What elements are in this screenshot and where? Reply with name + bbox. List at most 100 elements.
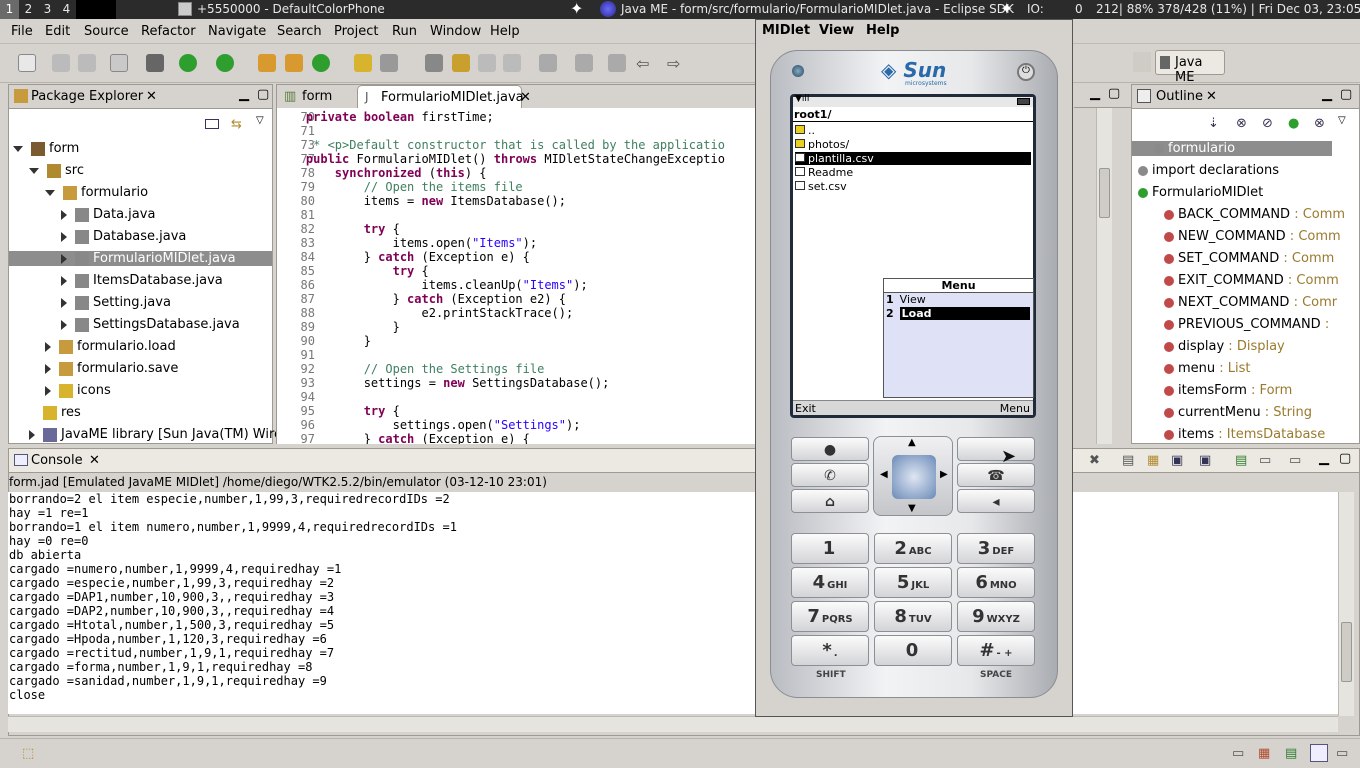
minimize-icon[interactable]: ▁ xyxy=(1319,451,1329,466)
tree-item[interactable]: icons xyxy=(45,383,111,398)
view-menu-icon[interactable]: ▽ xyxy=(256,115,264,126)
maximize-icon[interactable]: ▢ xyxy=(1108,86,1120,101)
tree-item[interactable]: Database.java xyxy=(61,229,186,244)
outline-item[interactable]: SET_COMMAND : Comm xyxy=(1164,251,1334,266)
emu-menu-midlet[interactable]: MIDlet xyxy=(762,23,810,38)
previous-annotation-icon[interactable] xyxy=(575,54,593,72)
softkey-menu[interactable]: Menu xyxy=(1000,402,1030,415)
expand-down-icon[interactable] xyxy=(13,145,23,152)
outline-item[interactable]: PREVIOUS_COMMAND : xyxy=(1164,317,1329,332)
tree-item[interactable]: formulario xyxy=(45,185,148,200)
console-hscroll[interactable] xyxy=(8,716,1338,732)
open-type-icon[interactable] xyxy=(354,54,372,72)
menu-edit[interactable]: Edit xyxy=(45,24,70,39)
key-soft-right[interactable] xyxy=(957,437,1035,461)
dpad-right-icon[interactable]: ▶ xyxy=(940,469,948,480)
code-editor[interactable]: 70 private boolean firstTime; 71 73 * <p>D… xyxy=(277,108,755,444)
tree-item[interactable]: res xyxy=(29,405,81,420)
expand-right-icon[interactable] xyxy=(61,231,67,242)
open-perspective-icon[interactable] xyxy=(1133,52,1151,72)
workspace-2[interactable]: 2 xyxy=(19,0,38,19)
minimize-icon[interactable]: ▁ xyxy=(239,87,249,102)
scroll-lock-icon[interactable]: ▦ xyxy=(1147,453,1159,468)
tree-item[interactable]: Data.java xyxy=(61,207,155,222)
outline-tab[interactable]: Outline ✕ ▁ ▢ xyxy=(1132,85,1359,109)
new-icon[interactable] xyxy=(18,54,36,72)
menu-help[interactable]: Help xyxy=(490,24,520,39)
hide-static-icon[interactable]: ⊘ xyxy=(1262,116,1273,131)
tree-item[interactable]: src xyxy=(29,163,84,178)
tree-item[interactable]: formulario.save xyxy=(45,361,178,376)
file-item[interactable]: Readme xyxy=(795,166,1031,179)
key-1[interactable]: 1 xyxy=(791,533,869,564)
workspace-4[interactable]: 4 xyxy=(57,0,76,19)
editor-scrollbar[interactable] xyxy=(1096,108,1112,444)
new-class-icon[interactable] xyxy=(312,54,330,72)
close-icon[interactable]: ✕ xyxy=(520,90,531,105)
menu-file[interactable]: File xyxy=(11,24,33,39)
key-*[interactable]: *. xyxy=(791,635,869,666)
terminal-icon[interactable] xyxy=(110,54,128,72)
key-3[interactable]: 3 DEF xyxy=(957,533,1035,564)
hide-nonpublic-icon[interactable]: ● xyxy=(1288,116,1299,131)
close-icon[interactable]: ✕ xyxy=(89,453,100,468)
outline-item[interactable]: EXIT_COMMAND : Comm xyxy=(1164,273,1339,288)
maximize-icon[interactable]: ▢ xyxy=(1339,451,1351,466)
popup-item[interactable]: 1 View xyxy=(884,293,1033,307)
display-console-icon[interactable]: ▭ xyxy=(1259,453,1271,468)
tab-form[interactable]: form xyxy=(302,89,332,104)
debug-icon[interactable] xyxy=(146,54,164,72)
console-scroll-thumb[interactable] xyxy=(1341,622,1352,682)
block-icon[interactable] xyxy=(478,54,496,72)
expand-right-icon[interactable] xyxy=(61,209,67,220)
tree-item[interactable]: Setting.java xyxy=(61,295,171,310)
tree-item[interactable]: SettingsDatabase.java xyxy=(61,317,240,332)
tree-item[interactable]: FormularioMIDlet.java xyxy=(9,251,272,266)
show-whitespace-icon[interactable] xyxy=(503,54,521,72)
package-explorer-tab[interactable]: Package Explorer ✕ ▁ ▢ xyxy=(9,85,272,109)
outline-item[interactable]: currentMenu : String xyxy=(1164,405,1312,420)
outline-item[interactable]: FormularioMIDlet xyxy=(1138,185,1263,200)
file-item[interactable]: set.csv xyxy=(795,180,1031,193)
eclipse-window-title[interactable]: Java ME - form/src/formulario/Formulario… xyxy=(621,2,1014,16)
console-tab[interactable]: Console ✕ ✖ ▤ ▦ ▣ ▣ ▤ ▭ ▭ ▁ ▢ xyxy=(9,449,1359,473)
new-java-project-icon[interactable] xyxy=(258,54,276,72)
softkey-exit[interactable]: Exit xyxy=(795,402,816,415)
outline-item[interactable]: items : ItemsDatabase xyxy=(1164,427,1325,442)
emu-menu-help[interactable]: Help xyxy=(866,23,899,38)
maximize-icon[interactable]: ▢ xyxy=(1340,87,1352,102)
workspace-3[interactable]: 3 xyxy=(38,0,57,19)
outline-item[interactable]: formulario xyxy=(1132,141,1332,156)
new-package-icon[interactable] xyxy=(285,54,303,72)
pen-icon[interactable] xyxy=(452,54,470,72)
tree-item[interactable]: form xyxy=(13,141,79,156)
key-5[interactable]: 5 JKL xyxy=(874,567,952,598)
outline-item[interactable]: itemsForm : Form xyxy=(1164,383,1292,398)
minimize-icon[interactable]: ▁ xyxy=(1322,87,1332,102)
search-icon[interactable] xyxy=(380,54,398,72)
key-6[interactable]: 6 MNO xyxy=(957,567,1035,598)
outline-item[interactable]: BACK_COMMAND : Comm xyxy=(1164,207,1345,222)
console-vscroll[interactable] xyxy=(1338,492,1354,716)
perspective-java-me[interactable]: Java ME xyxy=(1155,50,1225,85)
terminate-icon[interactable]: ✖ xyxy=(1089,453,1100,468)
close-icon[interactable]: ✕ xyxy=(1206,89,1217,104)
last-edit-icon[interactable] xyxy=(608,54,626,72)
menu-run[interactable]: Run xyxy=(392,24,417,39)
key-clear[interactable]: ◂ xyxy=(957,489,1035,513)
hide-fields-icon[interactable]: ⊗ xyxy=(1236,116,1247,131)
dpad-up-icon[interactable]: ▲ xyxy=(908,437,916,448)
dpad[interactable]: ▲ ▼ ◀ ▶ xyxy=(873,436,953,516)
save-icon[interactable] xyxy=(52,54,70,72)
file-item[interactable]: plantilla.csv xyxy=(795,152,1031,165)
menu-refactor[interactable]: Refactor xyxy=(141,24,196,39)
tree-item[interactable]: ItemsDatabase.java xyxy=(61,273,223,288)
outline-item[interactable]: display : Display xyxy=(1164,339,1285,354)
expand-right-icon[interactable] xyxy=(61,275,67,286)
console-output[interactable]: borrando=2 el item especie,number,1,99,3… xyxy=(8,492,1338,714)
expand-down-icon[interactable] xyxy=(45,189,55,196)
expand-right-icon[interactable] xyxy=(61,297,67,308)
tab-formulariomidlet[interactable]: J FormularioMIDlet.java ✕ xyxy=(357,85,531,109)
annotation-icon[interactable] xyxy=(425,54,443,72)
expand-down-icon[interactable] xyxy=(29,167,39,174)
